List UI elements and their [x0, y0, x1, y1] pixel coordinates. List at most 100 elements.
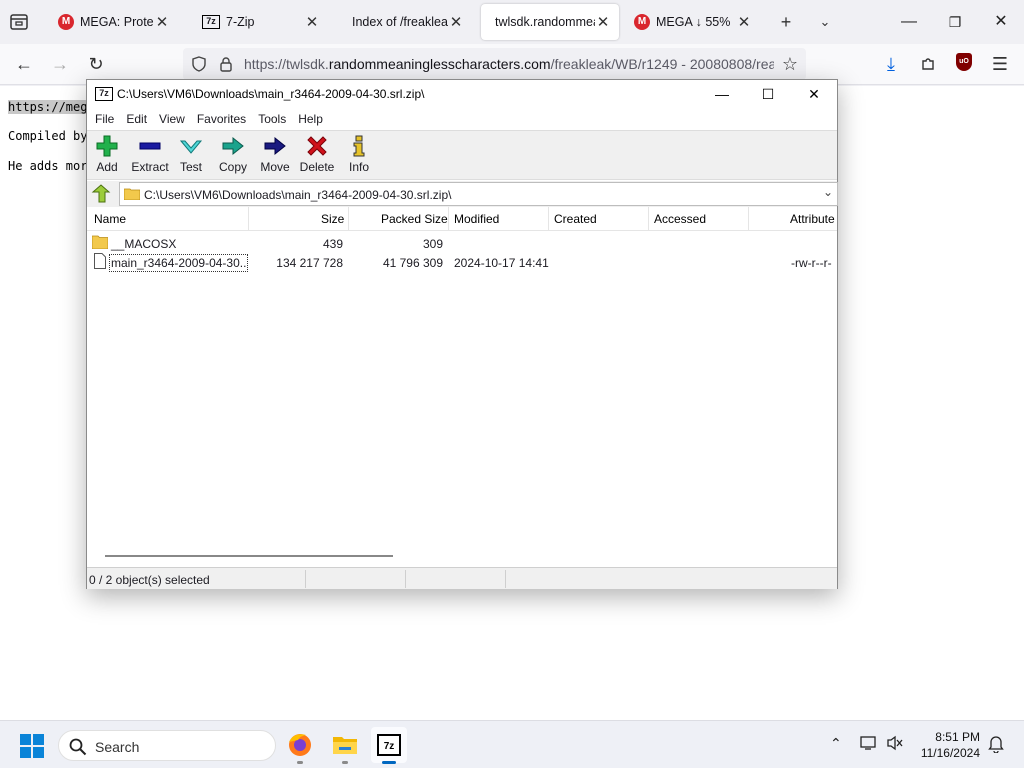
arrow-right-icon: →: [51, 54, 69, 74]
column-divider[interactable]: [548, 207, 549, 231]
tab-title: MEGA ↓ 55%: [656, 15, 731, 29]
close-icon[interactable]: ✕: [304, 13, 320, 31]
clock-time: 8:51 PM: [935, 730, 980, 744]
move-button[interactable]: Move: [259, 135, 291, 179]
page-text-line[interactable]: https://meg: [8, 100, 88, 114]
app-menu-button[interactable]: ☰: [985, 50, 1015, 78]
check-icon: [179, 140, 203, 154]
close-icon[interactable]: ✕: [595, 13, 611, 31]
active-indicator: [382, 761, 396, 764]
notification-bell-icon[interactable]: [988, 735, 1004, 756]
7zip-icon: 7z: [95, 87, 113, 101]
menu-view[interactable]: View: [153, 112, 191, 126]
url-text[interactable]: https://twlsdk.randommeaninglesscharacte…: [244, 56, 774, 72]
downloads-button[interactable]: ⤓: [876, 50, 906, 78]
taskbar-firefox[interactable]: [282, 727, 318, 764]
bookmark-star-icon[interactable]: ☆: [782, 54, 798, 75]
firefox-view-button[interactable]: [8, 11, 32, 33]
column-divider[interactable]: [648, 207, 649, 231]
file-name: main_r3464-2009-04-30....: [109, 254, 248, 272]
copy-button[interactable]: Copy: [218, 135, 248, 179]
address-bar: C:\Users\VM6\Downloads\main_r3464-2009-0…: [87, 181, 838, 207]
folder-icon: [124, 188, 140, 200]
tab-7zip[interactable]: 7z 7-Zip ✕: [194, 4, 328, 40]
tab-twlsdk[interactable]: twlsdk.randommean ✕: [481, 4, 619, 40]
volume-muted-icon[interactable]: [886, 735, 904, 754]
add-button[interactable]: Add: [95, 135, 119, 179]
shield-icon[interactable]: [191, 56, 207, 72]
tab-index-freakleak[interactable]: Index of /freakleak/W ✕: [338, 4, 472, 40]
column-packed-size[interactable]: Packed Size: [381, 212, 448, 226]
taskbar-search[interactable]: Search: [58, 730, 276, 761]
maximize-button[interactable]: ☐: [745, 80, 791, 108]
start-button[interactable]: [20, 734, 44, 761]
restore-button[interactable]: ❐: [932, 0, 978, 44]
show-hidden-icons-chevron-icon[interactable]: ⌃: [830, 735, 842, 752]
file-list[interactable]: Name Size Packed Size Modified Created A…: [87, 207, 837, 565]
column-divider[interactable]: [248, 207, 249, 231]
url-path: /freakleak/WB/r1249 - 20080808/rea: [550, 56, 774, 72]
selection-status: 0 / 2 object(s) selected: [89, 573, 210, 587]
column-attributes[interactable]: Attribute: [790, 212, 835, 226]
url-bar[interactable]: https://twlsdk.randommeaninglesscharacte…: [183, 48, 806, 80]
arrow-left-icon: ←: [15, 54, 33, 74]
column-divider[interactable]: [748, 207, 749, 231]
file-row[interactable]: main_r3464-2009-04-30.... 134 217 728 41…: [87, 253, 837, 272]
window-title: C:\Users\VM6\Downloads\main_r3464-2009-0…: [117, 87, 425, 101]
new-tab-button[interactable]: +: [774, 10, 798, 34]
windows-logo-icon: [20, 734, 44, 758]
ublock-origin-icon[interactable]: uO: [956, 53, 972, 71]
test-label: Test: [179, 160, 202, 174]
download-icon: ⤓: [887, 54, 895, 74]
file-row[interactable]: __MACOSX 439 309: [87, 234, 837, 253]
close-icon[interactable]: ✕: [448, 13, 464, 31]
close-window-button[interactable]: ✕: [978, 0, 1024, 44]
browser-tab-strip: M MEGA: Protect y ✕ 7z 7-Zip ✕ Index of …: [0, 0, 1024, 44]
menu-edit[interactable]: Edit: [120, 112, 153, 126]
forward-button[interactable]: →: [45, 50, 75, 78]
path-text: C:\Users\VM6\Downloads\main_r3464-2009-0…: [144, 188, 452, 202]
column-modified[interactable]: Modified: [454, 212, 499, 226]
column-size[interactable]: Size: [321, 212, 344, 226]
close-icon[interactable]: ✕: [154, 13, 170, 31]
url-prefix: https://twlsdk.: [244, 56, 329, 72]
network-icon[interactable]: [860, 735, 878, 754]
column-divider[interactable]: [448, 207, 449, 231]
extensions-button[interactable]: [913, 50, 943, 78]
minimize-button[interactable]: —: [886, 0, 932, 44]
minimize-icon: —: [901, 13, 917, 30]
minimize-button[interactable]: —: [699, 80, 745, 108]
path-input[interactable]: C:\Users\VM6\Downloads\main_r3464-2009-0…: [119, 182, 838, 206]
close-window-button[interactable]: ✕: [791, 80, 837, 108]
column-created[interactable]: Created: [554, 212, 597, 226]
chevron-down-icon[interactable]: ⌄: [823, 185, 833, 199]
column-divider[interactable]: [348, 207, 349, 231]
reload-button[interactable]: ↻: [81, 50, 111, 78]
menu-file[interactable]: File: [89, 112, 120, 126]
menu-help[interactable]: Help: [292, 112, 329, 126]
running-indicator: [297, 761, 303, 764]
taskbar-7zip[interactable]: 7z: [371, 727, 407, 764]
list-all-tabs-button[interactable]: ⌄: [813, 10, 837, 34]
extract-button[interactable]: Extract: [131, 135, 169, 179]
horizontal-scrollbar[interactable]: [105, 555, 393, 557]
column-name[interactable]: Name: [94, 212, 126, 226]
lock-icon[interactable]: [219, 56, 233, 72]
window-title-bar[interactable]: 7z C:\Users\VM6\Downloads\main_r3464-200…: [87, 80, 837, 108]
folder-up-icon[interactable]: [91, 184, 111, 204]
taskbar-file-explorer[interactable]: [327, 727, 363, 764]
tab-mega-protect[interactable]: M MEGA: Protect y ✕: [50, 4, 178, 40]
file-icon: [94, 253, 106, 272]
info-button[interactable]: Info: [347, 135, 371, 179]
tab-mega-download[interactable]: M MEGA ↓ 55% ✕: [626, 4, 760, 40]
delete-label: Delete: [299, 160, 335, 174]
system-clock[interactable]: 8:51 PM 11/16/2024: [921, 729, 980, 761]
firefox-view-icon: [10, 14, 28, 30]
back-button[interactable]: ←: [9, 50, 39, 78]
menu-tools[interactable]: Tools: [252, 112, 292, 126]
delete-button[interactable]: Delete: [300, 135, 334, 179]
column-accessed[interactable]: Accessed: [654, 212, 706, 226]
menu-favorites[interactable]: Favorites: [191, 112, 252, 126]
test-button[interactable]: Test: [179, 135, 203, 179]
close-icon[interactable]: ✕: [736, 13, 752, 31]
